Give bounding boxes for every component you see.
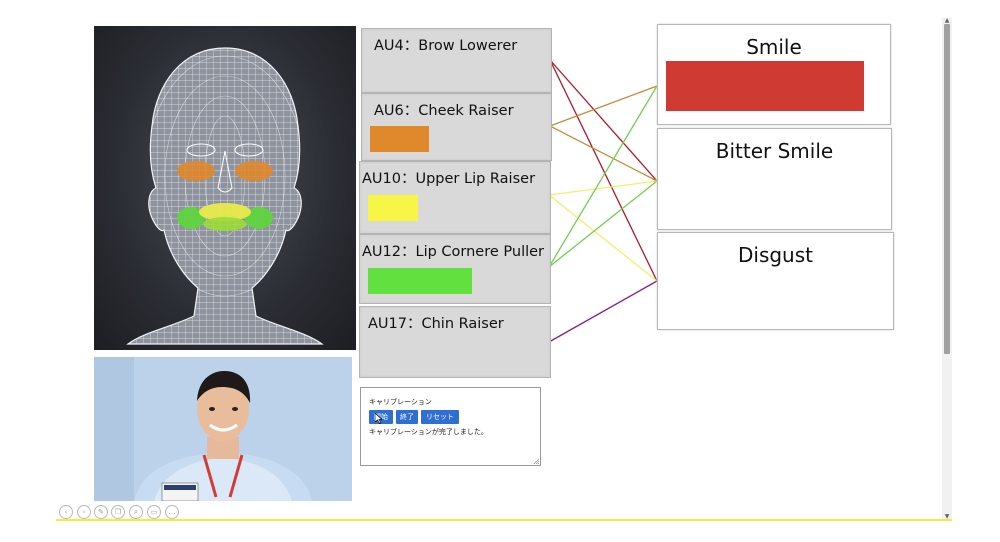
calibration-end-button[interactable]: 終了: [396, 410, 418, 424]
calibration-panel: キャリブレーション 開始 終了 リセット キャリブレーションが完了しました。: [360, 387, 541, 466]
au6-intensity-bar: [370, 126, 429, 152]
emotion-box-smile: Smile: [657, 24, 891, 125]
copy-icon[interactable]: ❐: [111, 505, 125, 519]
connection-au10-to-bitter-smile: [548, 180, 658, 196]
calibration-status: キャリブレーションが完了しました。: [369, 428, 488, 436]
au10-label: AU10：Upper Lip Raiser: [362, 171, 536, 187]
calibration-title: キャリブレーション: [369, 398, 432, 406]
emotion-label-smile: Smile: [746, 35, 802, 59]
au-box-au4: AU4：Brow Lowerer: [361, 28, 552, 93]
au4-label: AU4：Brow Lowerer: [374, 38, 518, 54]
zoom-icon[interactable]: ⌕: [129, 505, 143, 519]
connection-au12-to-bitter-smile: [548, 180, 658, 268]
au10-intensity-bar: [368, 195, 418, 221]
au12-label: AU12：Lip Cornere Puller: [362, 244, 545, 260]
smile-intensity-bar: [666, 61, 864, 111]
au-box-au17: AU17：Chin Raiser: [359, 306, 551, 378]
forward-icon[interactable]: ›: [77, 505, 91, 519]
connection-au6-to-bitter-smile: [549, 125, 658, 182]
calibration-reset-button[interactable]: リセット: [421, 410, 459, 424]
connection-au4-to-disgust: [549, 59, 658, 282]
vertical-scrollbar[interactable]: ▲ ▼: [942, 18, 952, 520]
mouse-cursor-icon: [375, 413, 383, 424]
emotion-label-disgust: Disgust: [737, 243, 813, 267]
pencil-icon[interactable]: ✎: [94, 505, 108, 519]
connection-au12-to-smile: [548, 85, 658, 268]
emotion-box-bitter-smile: Bitter Smile: [657, 128, 892, 230]
more-icon[interactable]: …: [165, 505, 179, 519]
print-icon[interactable]: ▭: [147, 505, 161, 519]
scrollbar-thumb[interactable]: [944, 24, 950, 354]
back-icon[interactable]: ‹: [59, 505, 73, 519]
au-box-au10: AU10：Upper Lip Raiser: [359, 161, 551, 234]
connection-au17-to-disgust: [548, 280, 658, 343]
au12-intensity-bar: [368, 268, 472, 294]
emotion-box-disgust: Disgust: [657, 232, 894, 330]
au6-label: AU6：Cheek Raiser: [374, 103, 514, 119]
emotion-label-bitter-smile: Bitter Smile: [715, 139, 834, 163]
au17-label: AU17：Chin Raiser: [368, 316, 504, 332]
resize-grip-icon[interactable]: [533, 458, 539, 464]
au-box-au6: AU6：Cheek Raiser: [361, 93, 552, 161]
bottom-divider: [56, 519, 952, 521]
au-box-au12: AU12：Lip Cornere Puller: [359, 234, 551, 304]
connection-au10-to-disgust: [548, 194, 658, 282]
